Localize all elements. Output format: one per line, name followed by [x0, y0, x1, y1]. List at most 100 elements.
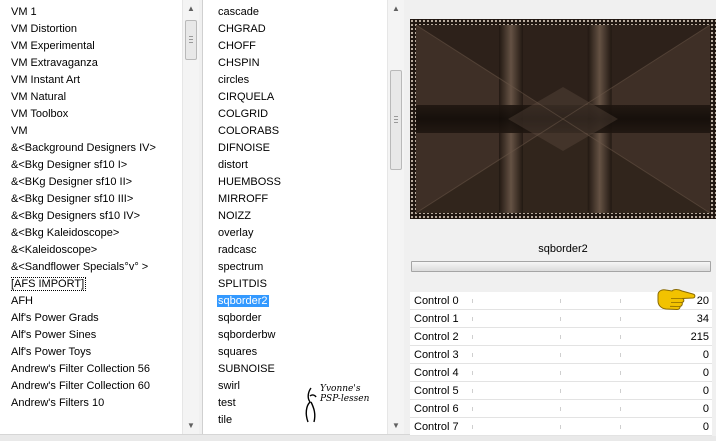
slider-tick — [472, 371, 473, 375]
category-item[interactable]: VM Instant Art — [10, 72, 182, 89]
horizontal-scrollbar[interactable] — [0, 434, 410, 441]
control-label: Control 7 — [414, 421, 459, 433]
filter-item-label: COLORABS — [218, 125, 280, 137]
filter-item-label: SPLITDIS — [218, 278, 267, 290]
category-item[interactable]: Alf's Power Toys — [10, 344, 182, 361]
slider-tick — [620, 407, 621, 411]
category-item-label: VM Distortion — [11, 23, 78, 35]
filter-item[interactable]: COLORABS — [217, 123, 387, 140]
category-item[interactable]: &<BKg Designer sf10 II> — [10, 174, 182, 191]
control-value[interactable]: 0 — [703, 418, 709, 436]
control-label: Control 4 — [414, 367, 459, 379]
filter-item[interactable]: sqborder — [217, 310, 387, 327]
control-value[interactable]: 0 — [703, 364, 709, 382]
category-item[interactable]: &<Sandflower Specials°v° > — [10, 259, 182, 276]
slider-tick — [620, 425, 621, 429]
filter-item-label: distort — [218, 159, 248, 171]
category-item-label: &<Sandflower Specials°v° > — [11, 261, 149, 273]
filter-item[interactable]: radcasc — [217, 242, 387, 259]
category-item[interactable]: &<Bkg Designer sf10 III> — [10, 191, 182, 208]
category-item[interactable]: VM Extravaganza — [10, 55, 182, 72]
category-item[interactable]: Andrew's Filters 10 — [10, 395, 182, 412]
control-value[interactable]: 0 — [703, 382, 709, 400]
category-items: VM 1 VM Distortion VM Experimental VM Extra… — [0, 4, 182, 412]
category-item[interactable]: VM Natural — [10, 89, 182, 106]
filter-item[interactable]: HUEMBOSS — [217, 174, 387, 191]
control-slider-row[interactable]: Control 2 215 — [410, 328, 712, 346]
category-item[interactable]: Andrew's Filter Collection 60 — [10, 378, 182, 395]
category-item-label: &<Bkg Kaleidoscope> — [11, 227, 120, 239]
scroll-up-arrow-icon[interactable]: ▲ — [388, 0, 404, 17]
filter-scrollbar[interactable]: ▲ ▼ — [387, 0, 404, 434]
filter-item[interactable]: CHSPIN — [217, 55, 387, 72]
category-item[interactable]: &<Bkg Kaleidoscope> — [10, 225, 182, 242]
category-item[interactable]: VM 1 — [10, 4, 182, 21]
category-item[interactable]: VM Toolbox — [10, 106, 182, 123]
category-item[interactable]: [AFS IMPORT] — [10, 276, 182, 293]
category-item[interactable]: AFH — [10, 293, 182, 310]
filter-item-label: overlay — [218, 227, 254, 239]
filter-item[interactable]: overlay — [217, 225, 387, 242]
filter-item[interactable]: spectrum — [217, 259, 387, 276]
slider-tick — [620, 317, 621, 321]
category-item[interactable]: &<Background Designers IV> — [10, 140, 182, 157]
scroll-up-arrow-icon[interactable]: ▲ — [183, 0, 199, 17]
filter-item[interactable]: distort — [217, 157, 387, 174]
control-slider-row[interactable]: Control 1 34 — [410, 310, 712, 328]
filter-item[interactable]: sqborder2 — [217, 293, 387, 310]
slider-tick — [620, 353, 621, 357]
filter-item[interactable]: squares — [217, 344, 387, 361]
category-item[interactable]: VM Distortion — [10, 21, 182, 38]
category-list[interactable]: VM 1 VM Distortion VM Experimental VM Extra… — [0, 0, 199, 434]
control-label: Control 2 — [414, 331, 459, 343]
category-item[interactable]: VM Experimental — [10, 38, 182, 55]
filter-item-label: squares — [218, 346, 258, 358]
category-item-label: Andrew's Filter Collection 56 — [11, 363, 151, 375]
category-item[interactable]: Alf's Power Grads — [10, 310, 182, 327]
category-item[interactable]: Alf's Power Sines — [10, 327, 182, 344]
filter-item[interactable]: CHOFF — [217, 38, 387, 55]
filter-item-label: circles — [218, 74, 250, 86]
category-item[interactable]: &<Bkg Designer sf10 I> — [10, 157, 182, 174]
control-slider-row[interactable]: Control 7 0 — [410, 418, 712, 436]
category-scrollbar[interactable]: ▲ ▼ — [182, 0, 199, 434]
filter-item[interactable]: COLGRID — [217, 106, 387, 123]
filter-item[interactable]: sqborderbw — [217, 327, 387, 344]
slider-tick — [472, 317, 473, 321]
filter-item[interactable]: cascade — [217, 4, 387, 21]
filter-item[interactable]: NOIZZ — [217, 208, 387, 225]
control-value[interactable]: 215 — [691, 328, 709, 346]
scroll-thumb[interactable] — [185, 20, 197, 60]
control-value[interactable]: 0 — [703, 346, 709, 364]
filter-item[interactable]: SPLITDIS — [217, 276, 387, 293]
filter-item-label: NOIZZ — [218, 210, 251, 222]
filter-item[interactable]: circles — [217, 72, 387, 89]
control-slider-row[interactable]: Control 5 0 — [410, 382, 712, 400]
scroll-down-arrow-icon[interactable]: ▼ — [183, 417, 199, 434]
control-value[interactable]: 34 — [697, 310, 709, 328]
slider-tick — [560, 335, 561, 339]
filter-item-label: test — [218, 397, 236, 409]
category-item[interactable]: VM — [10, 123, 182, 140]
category-item-label: VM — [11, 125, 28, 137]
control-slider-row[interactable]: Control 6 0 — [410, 400, 712, 418]
filter-item[interactable]: CHGRAD — [217, 21, 387, 38]
filter-name-label: sqborder2 — [410, 238, 716, 260]
category-item-label: &<Bkg Designer sf10 III> — [11, 193, 134, 205]
control-slider-row[interactable]: Control 3 0 — [410, 346, 712, 364]
slider-tick — [560, 371, 561, 375]
category-item-label: VM 1 — [11, 6, 37, 18]
scroll-thumb[interactable] — [390, 70, 402, 170]
control-value[interactable]: 20 — [697, 292, 709, 310]
filter-list[interactable]: cascade CHGRAD CHOFF CHSPIN circles CIRQUELA C… — [202, 0, 404, 434]
filter-item[interactable]: SUBNOISE — [217, 361, 387, 378]
filter-item[interactable]: CIRQUELA — [217, 89, 387, 106]
control-value[interactable]: 0 — [703, 400, 709, 418]
category-item[interactable]: Andrew's Filter Collection 56 — [10, 361, 182, 378]
category-item[interactable]: &<Kaleidoscope> — [10, 242, 182, 259]
category-item-label: VM Toolbox — [11, 108, 69, 120]
category-item[interactable]: &<Bkg Designers sf10 IV> — [10, 208, 182, 225]
filter-item[interactable]: MIRROFF — [217, 191, 387, 208]
filter-item[interactable]: DIFNOISE — [217, 140, 387, 157]
control-slider-row[interactable]: Control 4 0 — [410, 364, 712, 382]
